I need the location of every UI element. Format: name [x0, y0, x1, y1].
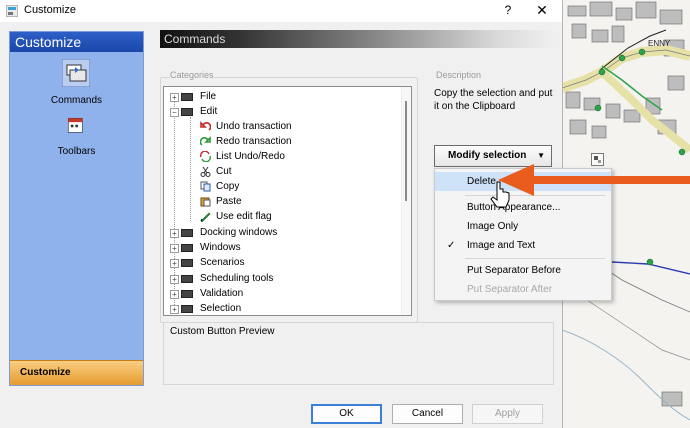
commands-header: Commands: [160, 30, 554, 48]
expand-icon[interactable]: +: [170, 290, 179, 299]
edit-flag-icon: [200, 212, 211, 222]
list-undo-redo-icon: [200, 151, 211, 162]
ok-button[interactable]: OK: [311, 404, 382, 424]
expand-icon[interactable]: +: [170, 275, 179, 284]
tree-item-label: Selection: [200, 303, 242, 314]
paste-icon: [200, 197, 211, 207]
tree-item-label: List Undo/Redo: [216, 151, 285, 162]
keyboard-icon: [181, 229, 193, 237]
tree-item-label: Windows: [200, 242, 241, 253]
tree-item-label: Scenarios: [200, 257, 245, 268]
expand-icon[interactable]: +: [170, 93, 179, 102]
undo-icon: [200, 121, 211, 131]
keyboard-icon: [181, 244, 193, 252]
sidebar-item-commands[interactable]: Commands: [10, 59, 143, 109]
command-tree[interactable]: + File − Edit Undo transaction Redo tran…: [163, 86, 412, 316]
preview-label: Custom Button Preview: [170, 326, 275, 337]
redo-icon: [200, 136, 211, 146]
checkmark-icon: ✓: [447, 240, 456, 251]
tree-item-label: Scheduling tools: [200, 273, 274, 284]
command-description: Copy the selection and put it on the Cli…: [434, 88, 553, 112]
sidebar-header: Customize: [10, 32, 143, 52]
keyboard-icon: [181, 290, 193, 298]
menu-item-label: Image Only: [467, 221, 519, 232]
menu-separator: [465, 258, 605, 259]
tree-item-label: Copy: [216, 181, 240, 192]
commands-icon: [62, 59, 90, 87]
scissors-icon: [200, 166, 211, 177]
keyboard-icon: [181, 275, 193, 283]
tree-item-label: Cut: [216, 166, 232, 177]
close-button[interactable]: ✕: [534, 2, 550, 18]
tree-item-label: Docking windows: [200, 227, 278, 238]
expand-icon[interactable]: +: [170, 244, 179, 253]
tree-item-label: Validation: [200, 288, 244, 299]
sidebar-footer[interactable]: Customize: [10, 360, 143, 385]
description-label: Description: [436, 70, 482, 80]
annotation-arrow-icon: [498, 164, 690, 196]
expand-icon[interactable]: +: [170, 229, 179, 238]
keyboard-icon: [181, 259, 193, 267]
menu-item-label: Button Appearance...: [467, 202, 561, 213]
expand-icon[interactable]: +: [170, 305, 179, 314]
menu-item-image-only[interactable]: Image Only: [435, 217, 611, 236]
keyboard-icon: [181, 108, 193, 116]
custom-button-preview: Custom Button Preview: [163, 322, 554, 385]
keyboard-icon: [181, 305, 193, 313]
menu-item-label: Put Separator Before: [467, 265, 561, 276]
cancel-button[interactable]: Cancel: [392, 404, 463, 424]
title-bar: Customize ? ✕: [0, 0, 562, 22]
expand-icon[interactable]: +: [170, 259, 179, 268]
apply-button: Apply: [472, 404, 543, 424]
sidebar-item-toolbars[interactable]: Toolbars: [10, 117, 143, 157]
tree-item-label: Paste: [216, 196, 242, 207]
tree-item-label: Redo transaction: [216, 136, 292, 147]
menu-item-label: Put Separator After: [467, 284, 553, 295]
copy-icon: [200, 181, 211, 192]
toolbars-icon: [67, 117, 83, 133]
menu-item-image-and-text[interactable]: ✓ Image and Text: [435, 236, 611, 255]
sidebar: Customize Commands Toolbars Customize: [9, 31, 144, 386]
menu-item-button-appearance[interactable]: Button Appearance...: [435, 198, 611, 217]
sidebar-item-label: Commands: [50, 95, 103, 106]
tree-item-label: File: [200, 91, 217, 102]
tree-guide-line: [190, 117, 191, 221]
scrollbar-thumb[interactable]: [405, 101, 407, 201]
categories-label: Categories: [170, 70, 214, 80]
menu-item-label: Image and Text: [467, 240, 536, 251]
menu-item-put-separator-before[interactable]: Put Separator Before: [435, 261, 611, 280]
collapse-icon[interactable]: −: [170, 108, 179, 117]
app-icon: [6, 5, 18, 17]
tree-scrollbar[interactable]: [401, 87, 411, 315]
tree-item-label: Undo transaction: [216, 121, 292, 132]
help-button[interactable]: ?: [500, 3, 516, 19]
tree-item-label: Use edit flag: [216, 211, 272, 222]
window-title: Customize: [24, 4, 76, 16]
menu-item-put-separator-after: Put Separator After: [435, 280, 611, 299]
tree-item-label: Edit: [200, 106, 218, 117]
mouse-cursor-icon: [490, 181, 510, 208]
map-road-label: ENNY: [648, 39, 671, 48]
sidebar-item-label: Toolbars: [57, 146, 96, 157]
keyboard-icon: [181, 93, 193, 101]
